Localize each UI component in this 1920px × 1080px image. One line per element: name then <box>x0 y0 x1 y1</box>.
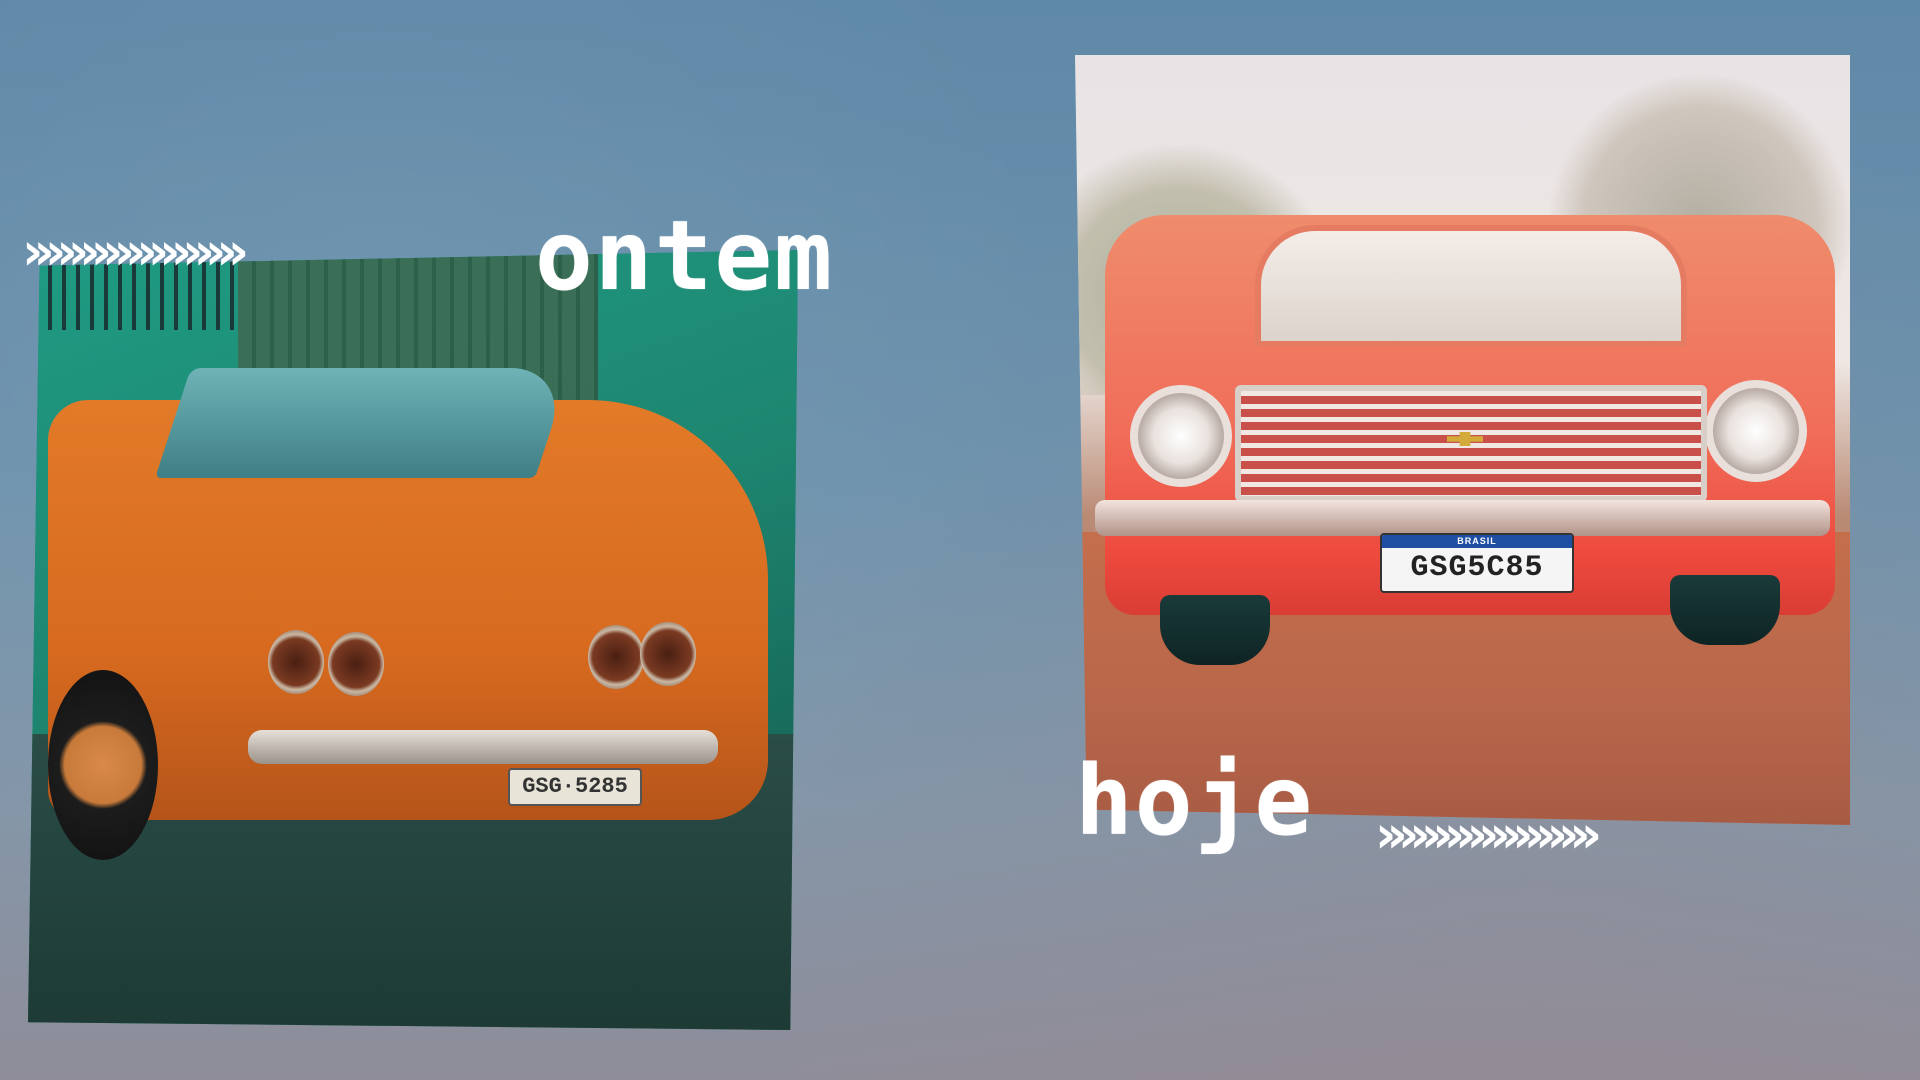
rear-bumper <box>248 730 718 764</box>
front-bumper <box>1095 500 1830 536</box>
headlamp <box>1705 380 1807 482</box>
photo-ontem: GSG·5285 <box>28 250 798 1030</box>
front-tire <box>1160 595 1270 665</box>
tail-light <box>328 632 384 696</box>
chevron-arrows-icon: ››››››››››››››››››› <box>22 222 249 282</box>
car-rear-window <box>155 368 571 478</box>
plate-country-band: BRASIL <box>1382 535 1572 548</box>
tail-light <box>588 625 644 689</box>
tail-light <box>268 630 324 694</box>
plate-number: GSG5C85 <box>1410 551 1544 585</box>
label-hoje: hoje <box>1075 745 1315 857</box>
front-tire <box>1670 575 1780 645</box>
photo-hoje: BRASIL GSG5C85 <box>1075 55 1850 825</box>
tail-light <box>640 622 696 686</box>
license-plate-old: GSG·5285 <box>508 768 642 806</box>
license-plate-new: BRASIL GSG5C85 <box>1380 533 1574 593</box>
car-windshield <box>1255 225 1687 347</box>
car-grille <box>1235 385 1707 502</box>
chevron-arrows-icon: ››››››››››››››››››› <box>1375 805 1602 865</box>
label-ontem: ontem <box>535 200 834 312</box>
car-wheel <box>48 670 158 860</box>
headlamp <box>1130 385 1232 487</box>
